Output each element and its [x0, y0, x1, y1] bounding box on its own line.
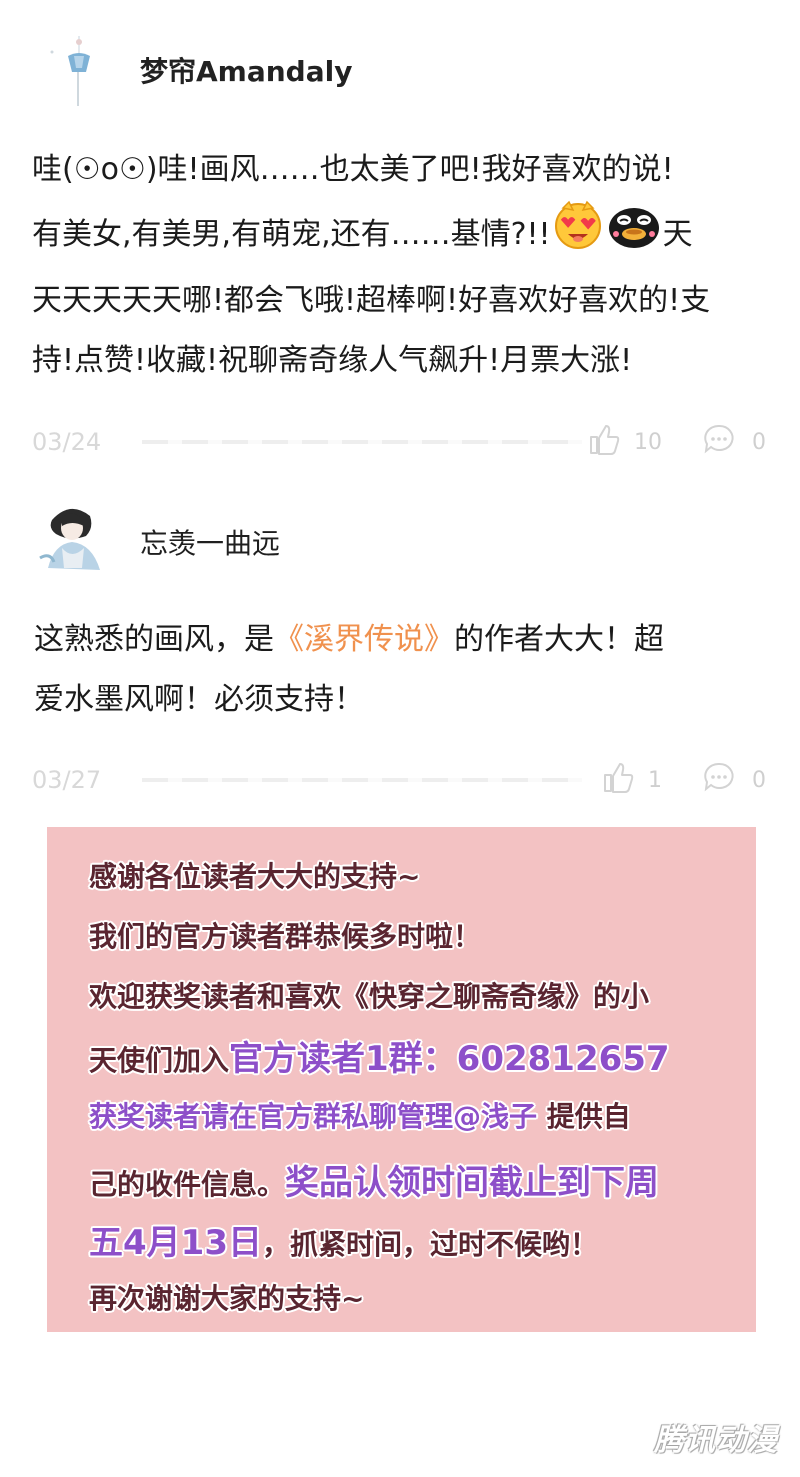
- notice-text: 己的收件信息。: [89, 1168, 286, 1201]
- comment-body-line: 哇(☉o☉)哇!画风……也太美了吧!我好喜欢的说!: [32, 152, 674, 187]
- comment-body-line: 爱水墨风啊！必须支持！: [34, 682, 364, 717]
- comment-bubble-icon: [702, 760, 736, 800]
- notice-highlight: 五4月13日: [89, 1223, 262, 1263]
- notice-text: ，抓紧时间，过时不候哟！: [261, 1228, 598, 1261]
- like-button[interactable]: 10: [588, 422, 662, 462]
- notice-text: 天使们加入: [89, 1044, 230, 1077]
- comment-text: 这熟悉的画风，是: [34, 622, 274, 657]
- comment-date: 03/27: [32, 766, 102, 794]
- notice-line: 再次谢谢大家的支持~: [89, 1282, 365, 1315]
- username[interactable]: 忘羡一曲远: [140, 522, 280, 562]
- notice-line: 欢迎获奖读者和喜欢《快穿之聊斋奇缘》的小: [89, 980, 650, 1013]
- heart-eyes-emoji: [553, 200, 603, 271]
- comment-body-line: 天天天天天哪!都会飞哦!超棒啊!好喜欢好喜欢的!支: [32, 283, 711, 318]
- like-button[interactable]: 1: [602, 760, 662, 800]
- comment-date: 03/24: [32, 428, 102, 456]
- thumbs-up-icon: [602, 760, 636, 800]
- notice-line: 我们的官方读者群恭候多时啦！: [89, 920, 482, 953]
- comment-bubble-icon: [702, 422, 736, 462]
- thumbs-up-icon: [588, 422, 622, 462]
- like-count: 1: [648, 767, 662, 793]
- comment-meta: 03/24 10 0: [32, 422, 772, 462]
- comment-item: 忘羡一曲远 这熟悉的画风，是《溪界传说》的作者大大！超 爱水墨风啊！必须支持！ …: [0, 470, 800, 810]
- comment-body-line: 有美女,有美男,有萌宠,还有……基情?!! 天: [32, 200, 772, 271]
- username[interactable]: 梦帘Amandaly: [140, 50, 352, 90]
- comment-text: 的作者大大！超: [454, 622, 664, 657]
- reply-count: 0: [752, 767, 766, 793]
- watermark-logo: 腾讯动漫: [654, 1423, 778, 1458]
- notice-line: 获奖读者请在官方群私聊管理@浅子 提供自: [89, 1095, 631, 1135]
- notice-highlight: 奖品认领时间截止到下周: [285, 1163, 660, 1203]
- notice-highlight: 获奖读者请在官方群私聊管理@浅子: [89, 1100, 538, 1133]
- comment-body: 哇(☉o☉)哇!画风……也太美了吧!我好喜欢的说! 有美女,有美男,有萌宠,还有…: [32, 140, 772, 391]
- comment-meta: 03/27 1 0: [32, 760, 772, 800]
- comment-text: 天: [662, 217, 693, 252]
- book-title-link[interactable]: 《溪界传说》: [274, 622, 454, 657]
- like-count: 10: [634, 429, 662, 455]
- notice-text: 提供自: [546, 1100, 631, 1133]
- avatar[interactable]: [34, 498, 110, 578]
- comment-body: 这熟悉的画风，是《溪界传说》的作者大大！超 爱水墨风啊！必须支持！: [34, 610, 774, 730]
- faded-text-ghost: [142, 440, 582, 444]
- notice-line: 己的收件信息。奖品认领时间截止到下周: [89, 1155, 659, 1204]
- reply-button[interactable]: 0: [702, 760, 766, 800]
- black-blob-emoji: [607, 200, 661, 271]
- notice-line: 天使们加入官方读者1群：602812657: [89, 1031, 670, 1080]
- faded-text-ghost: [142, 778, 582, 782]
- notice-line: 感谢各位读者大大的支持~: [89, 860, 421, 893]
- reader-group-number: 官方读者1群：602812657: [229, 1039, 670, 1079]
- notice-line: 五4月13日，抓紧时间，过时不候哟！: [89, 1215, 598, 1264]
- comment-body-line: 持!点赞!收藏!祝聊斋奇缘人气飙升!月票大涨!: [32, 343, 633, 378]
- comment-body-line: 这熟悉的画风，是《溪界传说》的作者大大！超: [34, 610, 774, 670]
- reply-count: 0: [752, 429, 766, 455]
- reply-button[interactable]: 0: [702, 422, 766, 462]
- comment-text: 有美女,有美男,有萌宠,还有……基情?!!: [32, 217, 551, 252]
- announcement-box: 感谢各位读者大大的支持~ 我们的官方读者群恭候多时啦！ 欢迎获奖读者和喜欢《快穿…: [47, 827, 756, 1332]
- comment-item: 梦帘Amandaly 哇(☉o☉)哇!画风……也太美了吧!我好喜欢的说! 有美女…: [0, 0, 800, 470]
- avatar[interactable]: [38, 32, 114, 108]
